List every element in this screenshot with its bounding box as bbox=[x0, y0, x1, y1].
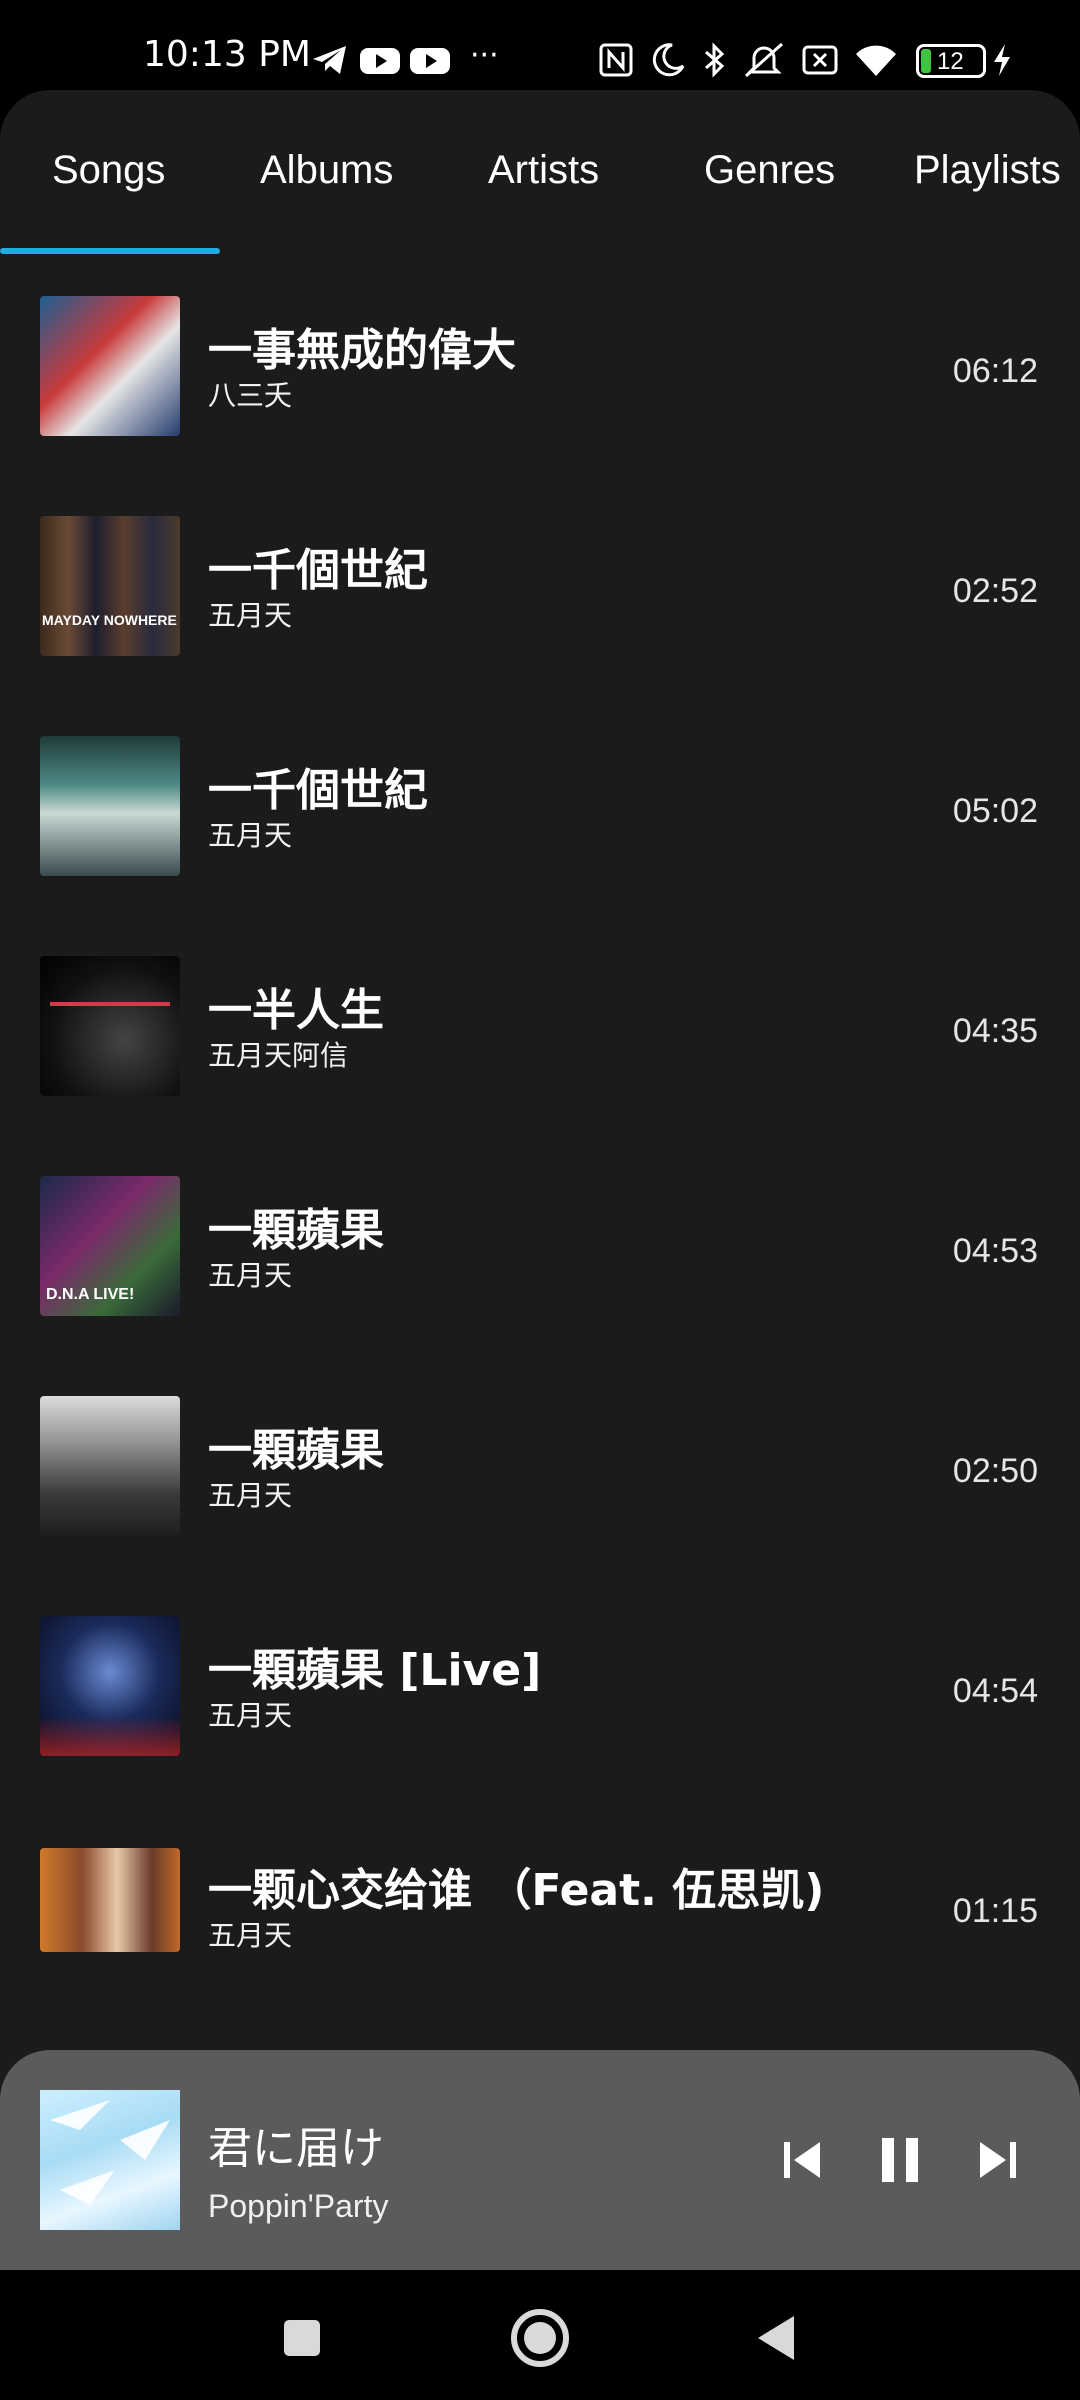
pause-icon[interactable] bbox=[860, 2120, 940, 2200]
youtube-icon bbox=[360, 48, 400, 74]
system-navigation-bar bbox=[0, 2270, 1080, 2400]
now-playing-bar[interactable]: 君に届け Poppin'Party bbox=[0, 2050, 1080, 2270]
song-artist: 五月天 bbox=[208, 1479, 293, 1512]
song-duration: 04:54 bbox=[952, 1672, 1038, 1710]
tab-bar: Songs Albums Artists Genres Playlists bbox=[0, 90, 1080, 256]
song-title: 一千個世紀 bbox=[208, 765, 428, 816]
song-title: 一千個世紀 bbox=[208, 545, 428, 596]
moon-icon bbox=[652, 43, 685, 77]
song-title: 一顆蘋果 bbox=[208, 1425, 384, 1476]
tab-playlists[interactable]: Playlists bbox=[914, 148, 1061, 193]
bluetooth-icon bbox=[705, 42, 725, 78]
album-art bbox=[40, 1848, 180, 1952]
status-time: 10:13 PM bbox=[143, 34, 311, 75]
nfc-icon bbox=[599, 43, 633, 77]
song-duration: 02:50 bbox=[952, 1452, 1038, 1490]
song-title: 一事無成的偉大 bbox=[208, 325, 516, 376]
youtube-icon bbox=[410, 48, 450, 74]
song-artist: 五月天 bbox=[208, 1919, 293, 1952]
song-row[interactable]: 一颗心交给谁 （Feat. 伍思凯) 五月天 01:15 bbox=[0, 1796, 1080, 2016]
tab-genres[interactable]: Genres bbox=[704, 148, 835, 193]
song-row[interactable]: 一千個世紀 五月天 05:02 bbox=[0, 696, 1080, 916]
song-artist: 八三夭 bbox=[208, 379, 293, 412]
tab-artists[interactable]: Artists bbox=[488, 148, 599, 193]
song-row[interactable]: 一顆蘋果 [Live] 五月天 04:54 bbox=[0, 1576, 1080, 1796]
wifi-icon bbox=[856, 45, 896, 76]
screen: 10:13 PM ··· 12 Songs Albums Artists Gen… bbox=[0, 0, 1080, 2400]
song-title: 一顆蘋果 bbox=[208, 1205, 384, 1256]
song-artist: 五月天 bbox=[208, 599, 293, 632]
battery-icon: 12 bbox=[916, 44, 986, 78]
song-title: 一顆蘋果 [Live] bbox=[208, 1645, 542, 1696]
album-art bbox=[40, 1616, 180, 1756]
album-art: D.N.A LIVE! bbox=[40, 1176, 180, 1316]
song-row[interactable]: 一顆蘋果 五月天 02:50 bbox=[0, 1356, 1080, 1576]
song-row[interactable]: MAYDAY NOWHERE 一千個世紀 五月天 02:52 bbox=[0, 476, 1080, 696]
music-library-panel: Songs Albums Artists Genres Playlists 一事… bbox=[0, 90, 1080, 2270]
album-art-text: MAYDAY NOWHERE bbox=[42, 612, 177, 628]
album-art-text: D.N.A LIVE! bbox=[46, 1286, 135, 1303]
song-row[interactable]: 一事無成的偉大 八三夭 06:12 bbox=[0, 256, 1080, 476]
song-row[interactable]: 一半人生 五月天阿信 04:35 bbox=[0, 916, 1080, 1136]
previous-icon[interactable] bbox=[762, 2120, 842, 2200]
charging-icon bbox=[994, 44, 1010, 76]
song-duration: 02:52 bbox=[952, 572, 1038, 610]
song-duration: 04:35 bbox=[952, 1012, 1038, 1050]
song-row[interactable]: D.N.A LIVE! 一顆蘋果 五月天 04:53 bbox=[0, 1136, 1080, 1356]
sim-off-icon bbox=[802, 45, 838, 75]
song-artist: 五月天 bbox=[208, 1259, 293, 1292]
status-bar: 10:13 PM ··· 12 bbox=[0, 0, 1080, 90]
next-icon[interactable] bbox=[958, 2120, 1038, 2200]
album-art bbox=[40, 296, 180, 436]
now-playing-album-art bbox=[40, 2090, 180, 2230]
home-circle-icon[interactable] bbox=[500, 2298, 580, 2378]
tab-songs[interactable]: Songs bbox=[52, 148, 165, 193]
battery-level: 12 bbox=[937, 48, 964, 75]
telegram-icon bbox=[313, 46, 346, 74]
now-playing-title: 君に届け bbox=[208, 2123, 384, 2174]
album-art bbox=[40, 956, 180, 1096]
recents-square-icon[interactable] bbox=[262, 2298, 342, 2378]
song-duration: 01:15 bbox=[952, 1892, 1038, 1930]
song-artist: 五月天 bbox=[208, 1699, 293, 1732]
now-playing-artist: Poppin'Party bbox=[208, 2188, 389, 2224]
song-title: 一颗心交给谁 （Feat. 伍思凯) bbox=[208, 1865, 825, 1916]
album-art bbox=[40, 1396, 180, 1536]
tab-albums[interactable]: Albums bbox=[260, 148, 393, 193]
mute-icon bbox=[745, 42, 783, 78]
song-duration: 06:12 bbox=[952, 352, 1038, 390]
song-title: 一半人生 bbox=[208, 985, 384, 1036]
back-triangle-icon[interactable] bbox=[738, 2298, 818, 2378]
song-duration: 05:02 bbox=[952, 792, 1038, 830]
song-artist: 五月天阿信 bbox=[208, 1039, 349, 1072]
album-art bbox=[40, 736, 180, 876]
song-artist: 五月天 bbox=[208, 819, 293, 852]
album-art: MAYDAY NOWHERE bbox=[40, 516, 180, 656]
song-duration: 04:53 bbox=[952, 1232, 1038, 1270]
more-dots-icon: ··· bbox=[470, 38, 499, 73]
selected-tab-indicator bbox=[0, 248, 220, 254]
